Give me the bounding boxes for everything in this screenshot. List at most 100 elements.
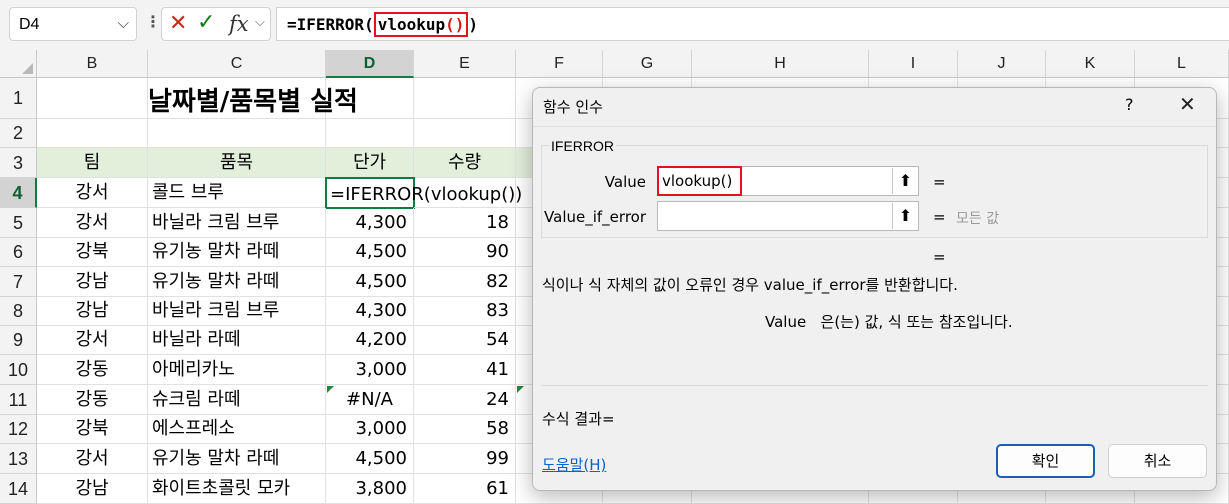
cell-item[interactable]: 바닐라 크림 브루 — [148, 297, 326, 326]
cell-price[interactable]: 4,300 — [326, 297, 414, 326]
header-team[interactable]: 팀 — [37, 148, 148, 178]
row-header-1[interactable]: 1 — [0, 78, 37, 119]
grid-cell[interactable] — [148, 119, 326, 148]
cell-qty[interactable]: 82 — [414, 267, 516, 297]
cell-price[interactable]: 3,800 — [326, 474, 414, 504]
cell-team[interactable]: 강남 — [37, 474, 148, 504]
cell-item[interactable]: 유기농 말차 라떼 — [148, 267, 326, 297]
grid-cell[interactable] — [37, 78, 148, 119]
row-header-2[interactable]: 2 — [0, 119, 37, 148]
cell-item[interactable]: 유기농 말차 라떼 — [148, 444, 326, 474]
column-header-h[interactable]: H — [692, 50, 869, 78]
row-header-7[interactable]: 7 — [0, 267, 37, 297]
error-indicator-icon[interactable] — [517, 386, 524, 393]
row-header-8[interactable]: 8 — [0, 297, 37, 326]
cell-item[interactable]: 에스프레소 — [148, 415, 326, 444]
cell-item[interactable]: 바닐라 라떼 — [148, 326, 326, 355]
row-header-4[interactable]: 4 — [0, 178, 37, 208]
row-header-6[interactable]: 6 — [0, 238, 37, 267]
cell-price[interactable]: #N/A — [326, 385, 414, 415]
column-header-e[interactable]: E — [414, 50, 516, 78]
cell-team[interactable]: 강서 — [37, 178, 148, 208]
confirm-entry-icon[interactable]: ✓ — [197, 10, 215, 35]
row-header-12[interactable]: 12 — [0, 415, 37, 444]
select-all-corner[interactable] — [0, 50, 37, 78]
row-header-13[interactable]: 13 — [0, 444, 37, 474]
cell-price[interactable]: 4,500 — [326, 444, 414, 474]
column-header-k[interactable]: K — [1046, 50, 1135, 78]
cell-team[interactable]: 강서 — [37, 326, 148, 355]
insert-function-icon[interactable]: fx — [229, 12, 249, 36]
grid-cell[interactable] — [414, 119, 516, 148]
sheet-title[interactable]: 날짜별/품목별 실적 — [148, 81, 358, 118]
cell-price[interactable]: 3,000 — [326, 415, 414, 444]
cell-qty[interactable]: 18 — [414, 208, 516, 238]
chevron-down-icon[interactable]: ⌵ — [255, 15, 265, 30]
column-header-b[interactable]: B — [37, 50, 148, 78]
column-header-f[interactable]: F — [516, 50, 603, 78]
cancel-entry-icon[interactable]: ✕ — [169, 11, 187, 36]
close-icon[interactable]: ✕ — [1179, 92, 1196, 116]
row-header-14[interactable]: 14 — [0, 474, 37, 504]
cell-qty[interactable]: 61 — [414, 474, 516, 504]
more-options-icon[interactable]: ⋮ — [145, 12, 161, 31]
column-header-c[interactable]: C — [148, 50, 326, 78]
help-icon[interactable]: ? — [1125, 95, 1134, 114]
cell-qty[interactable]: 54 — [414, 326, 516, 355]
formula-input[interactable]: =IFERROR(vlookup()) — [276, 7, 1229, 41]
cell-team[interactable]: 강북 — [37, 415, 148, 444]
help-link[interactable]: 도움말(H) — [542, 454, 606, 475]
ok-button[interactable]: 확인 — [996, 444, 1095, 478]
cell-team[interactable]: 강동 — [37, 385, 148, 415]
cell-item[interactable]: 슈크림 라떼 — [148, 385, 326, 415]
grid-cell[interactable] — [37, 119, 148, 148]
value-field[interactable]: vlookup() ⬆ — [657, 166, 919, 196]
column-header-j[interactable]: J — [958, 50, 1046, 78]
column-header-d[interactable]: D — [326, 50, 414, 78]
cell-qty[interactable]: 99 — [414, 444, 516, 474]
cell-qty[interactable] — [414, 178, 516, 208]
cell-item[interactable]: 콜드 브루 — [148, 178, 326, 208]
cell-price[interactable]: 4,300 — [326, 208, 414, 238]
cell-price[interactable]: 4,500 — [326, 238, 414, 267]
row-header-10[interactable]: 10 — [0, 355, 37, 385]
cell-item[interactable]: 바닐라 크림 브루 — [148, 208, 326, 238]
row-header-11[interactable]: 11 — [0, 385, 37, 415]
cell-team[interactable]: 강서 — [37, 208, 148, 238]
row-header-9[interactable]: 9 — [0, 326, 37, 355]
cell-team[interactable]: 강남 — [37, 297, 148, 326]
error-indicator-icon[interactable] — [327, 386, 334, 393]
cell-qty[interactable]: 58 — [414, 415, 516, 444]
cell-qty[interactable]: 83 — [414, 297, 516, 326]
cell-qty[interactable]: 41 — [414, 355, 516, 385]
cell-item[interactable]: 아메리카노 — [148, 355, 326, 385]
row-header-5[interactable]: 5 — [0, 208, 37, 238]
cell-team[interactable]: 강북 — [37, 238, 148, 267]
value-if-error-field[interactable]: ⬆ — [657, 201, 919, 231]
collapse-dialog-icon[interactable]: ⬆ — [892, 168, 918, 194]
grid-cell[interactable] — [326, 119, 414, 148]
name-box[interactable]: D4 ⌵ — [9, 7, 137, 41]
grid-cell[interactable] — [414, 78, 516, 119]
header-price[interactable]: 단가 — [326, 148, 414, 178]
column-header-l[interactable]: L — [1135, 50, 1229, 78]
cell-qty[interactable]: 90 — [414, 238, 516, 267]
cell-item[interactable]: 화이트초콜릿 모카 — [148, 474, 326, 504]
chevron-down-icon[interactable]: ⌵ — [118, 14, 129, 32]
header-qty[interactable]: 수량 — [414, 148, 516, 178]
cell-team[interactable]: 강동 — [37, 355, 148, 385]
collapse-dialog-icon[interactable]: ⬆ — [892, 203, 918, 229]
cell-qty[interactable]: 24 — [414, 385, 516, 415]
active-cell-d4[interactable]: =IFERROR(vlookup()) — [325, 177, 522, 209]
cell-price[interactable]: 4,500 — [326, 267, 414, 297]
cell-team[interactable]: 강남 — [37, 267, 148, 297]
cell-team[interactable]: 강서 — [37, 444, 148, 474]
header-item[interactable]: 품목 — [148, 148, 326, 178]
cell-item[interactable]: 유기농 말차 라떼 — [148, 238, 326, 267]
cancel-button[interactable]: 취소 — [1108, 444, 1207, 478]
column-header-i[interactable]: I — [869, 50, 958, 78]
cell-price[interactable]: 3,000 — [326, 355, 414, 385]
cell-price[interactable]: 4,200 — [326, 326, 414, 355]
column-header-g[interactable]: G — [603, 50, 692, 78]
row-header-3[interactable]: 3 — [0, 148, 37, 178]
